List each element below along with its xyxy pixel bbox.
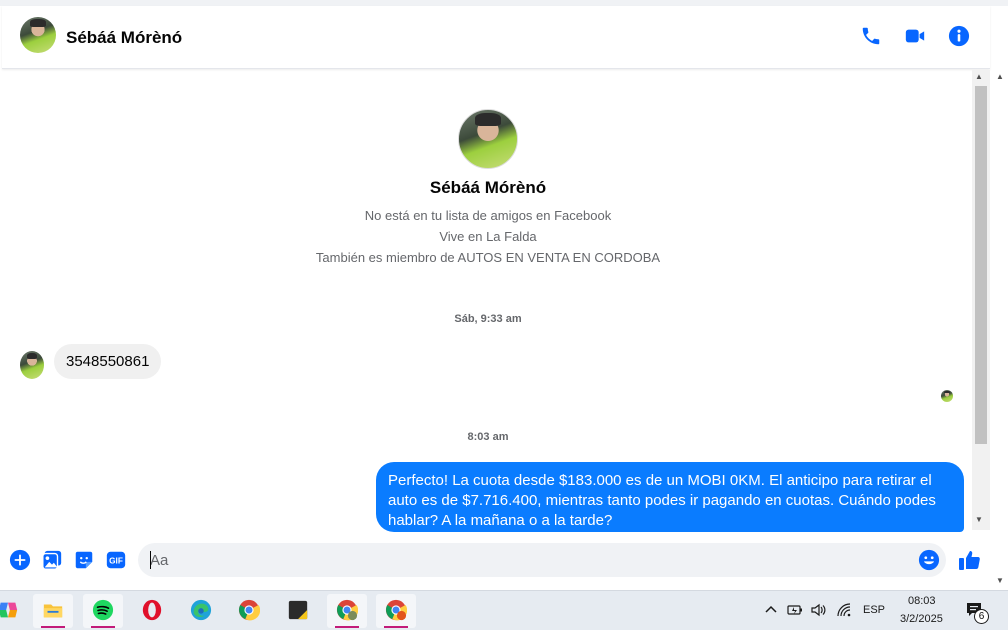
active-app-indicator [41,626,65,628]
like-icon[interactable] [958,548,982,572]
profile-group-membership: También es miembro de AUTOS EN VENTA EN … [315,250,661,265]
chevron-up-icon[interactable] [763,602,779,618]
page-scrollbar[interactable] [992,70,1008,590]
profile-friend-status: No está en tu lista de amigos en Faceboo… [364,208,612,223]
spotify-icon[interactable] [83,594,123,628]
seen-receipt-avatar [941,390,953,402]
outgoing-message-bubble[interactable]: Perfecto! La cuota desde $183.000 es de … [376,462,964,532]
gif-label: GIF [109,557,123,566]
messages-scrollbar-thumb[interactable] [975,86,987,444]
message-timestamp: 8:03 am [467,431,509,443]
profile-location: Vive en La Falda [439,229,537,244]
clock-date[interactable]: 3/2/2025 [900,613,943,625]
profile-avatar[interactable] [458,109,518,169]
scroll-up-arrow-icon[interactable]: ▲ [975,72,983,81]
volume-icon[interactable] [810,602,826,618]
battery-charging-icon[interactable] [787,602,803,618]
page-scroll-up-icon[interactable]: ▲ [996,72,1004,81]
incoming-message-avatar [20,351,44,379]
plus-icon[interactable] [9,549,31,571]
keyboard-language[interactable]: ESP [863,604,885,616]
opera-icon[interactable] [132,594,172,628]
message-timestamp: Sáb, 9:33 am [454,313,522,325]
chrome-icon[interactable] [229,594,269,628]
sticky-notes-icon[interactable] [278,594,318,628]
active-app-indicator [91,626,115,628]
contact-name[interactable]: Sébáá Mórènó [66,28,182,48]
incoming-message-bubble[interactable]: 3548550861 [54,344,162,379]
active-app-indicator [335,626,359,628]
wifi-icon[interactable] [836,602,852,618]
edge-icon[interactable] [181,594,221,628]
gif-icon[interactable]: GIF [105,549,127,571]
active-app-indicator [384,626,408,628]
profile-name: Sébáá Mórènó [429,178,547,197]
phone-icon[interactable] [860,25,882,47]
contact-avatar[interactable] [20,17,56,53]
info-icon[interactable] [948,25,970,47]
page-scroll-down-icon[interactable]: ▼ [996,576,1004,585]
sticker-icon[interactable] [73,549,95,571]
chrome-profile-r-icon[interactable] [376,594,416,628]
emoji-icon[interactable] [918,549,940,571]
image-icon[interactable] [41,549,63,571]
notification-count-badge: 6 [974,609,989,624]
chrome-profile-y-icon[interactable] [327,594,367,628]
scroll-down-arrow-icon[interactable]: ▼ [975,515,983,524]
file-explorer-icon[interactable] [33,594,73,628]
video-camera-icon[interactable] [904,25,926,47]
copilot-icon[interactable] [0,594,28,628]
conversation-header: Sébáá Mórènó [2,6,990,69]
message-input[interactable] [138,543,946,577]
text-caret [150,551,151,569]
clock-time[interactable]: 08:03 [908,595,936,607]
